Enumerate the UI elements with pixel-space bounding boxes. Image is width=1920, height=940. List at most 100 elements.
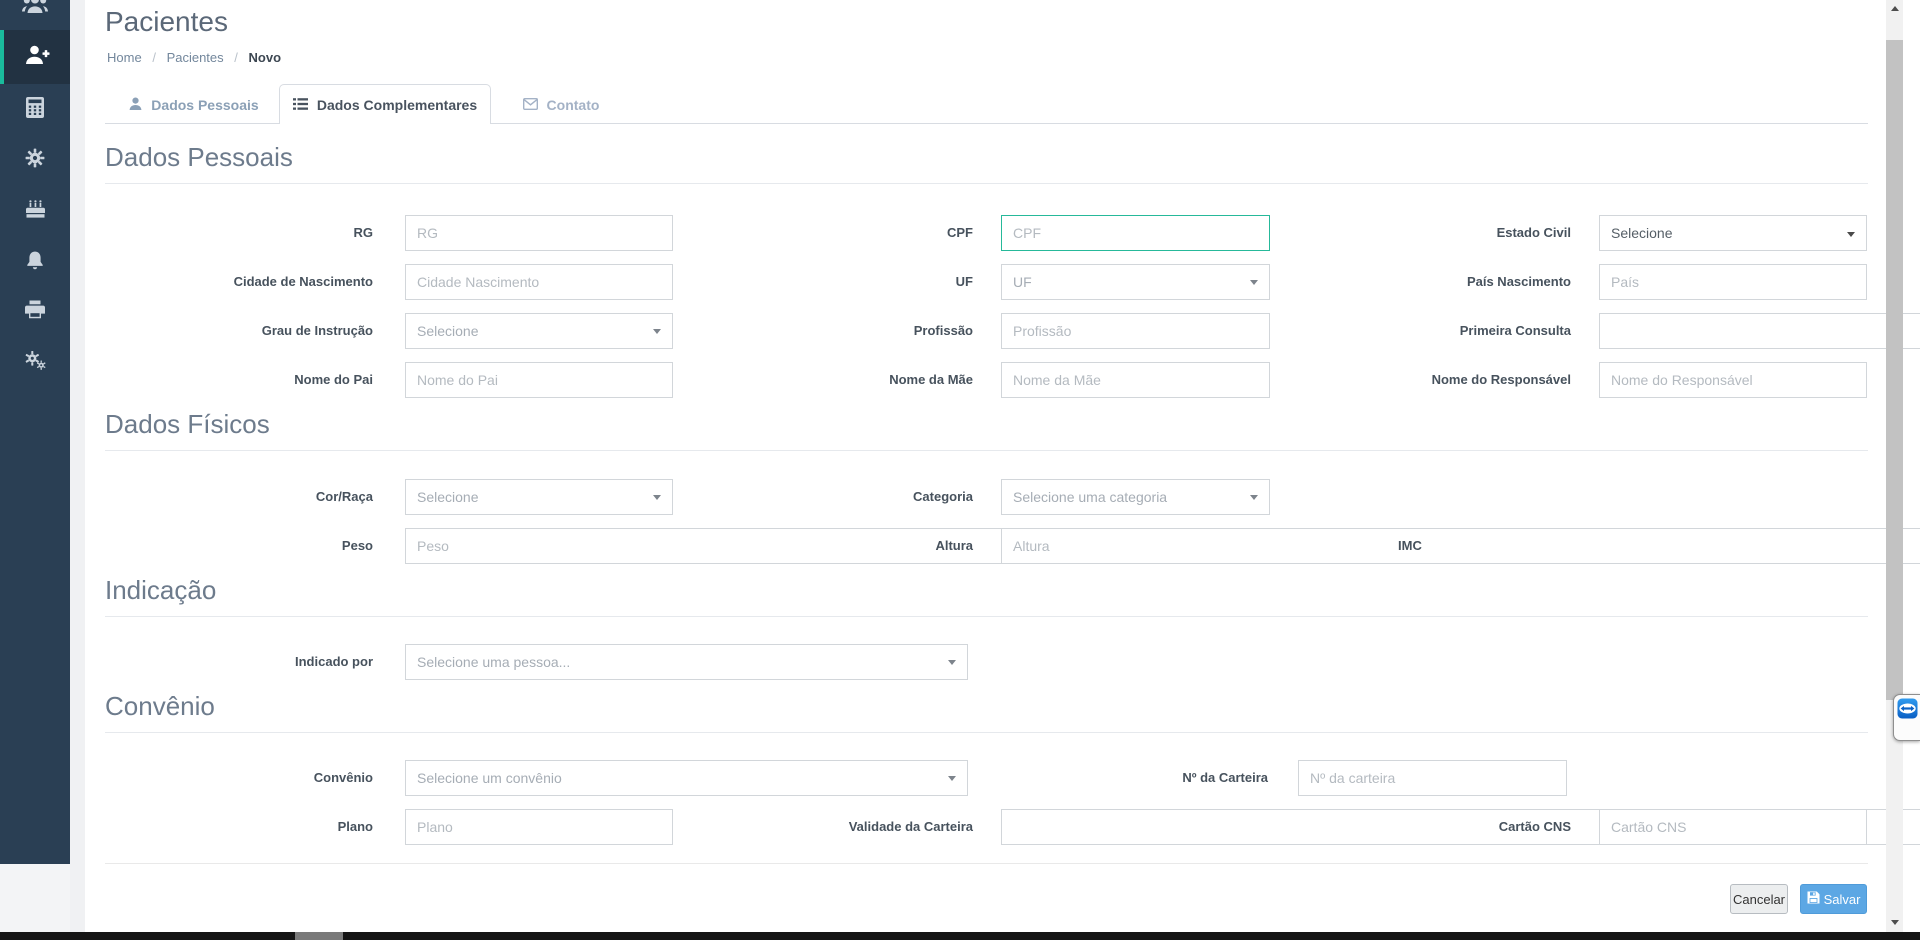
save-button-label: Salvar: [1823, 891, 1861, 907]
rg-label: RG: [353, 225, 374, 240]
sidebar-item-new-patient[interactable]: [0, 30, 70, 84]
app-window: Pacientes Home / Pacientes / Novo Dados …: [0, 0, 1920, 940]
chevron-down-icon: [653, 329, 661, 334]
sidebar-footer-space: [0, 864, 70, 932]
estado-civil-select[interactable]: Selecione: [1599, 215, 1867, 251]
categoria-placeholder: Selecione uma categoria: [1013, 489, 1168, 505]
tab-dados-complementares[interactable]: Dados Complementares: [279, 84, 491, 124]
main-content: Pacientes Home / Pacientes / Novo Dados …: [85, 0, 1920, 932]
sidebar-item-admin[interactable]: [0, 338, 70, 386]
tab-label: Dados Complementares: [316, 96, 478, 113]
form-row: Plano Validade da Carteira: [105, 809, 1920, 845]
form-row: Peso kg Altura m IMC: [105, 528, 1920, 564]
bell-icon: [25, 250, 45, 275]
nome-mae-input[interactable]: [1001, 362, 1270, 398]
altura-label: Altura: [935, 538, 973, 553]
grau-instrucao-placeholder: Selecione: [417, 323, 479, 339]
gear-icon: [25, 148, 45, 173]
uf-select[interactable]: UF: [1001, 264, 1270, 300]
breadcrumb: Home / Pacientes / Novo: [107, 50, 281, 65]
section-title-convenio: Convênio: [105, 690, 1868, 733]
cor-raca-placeholder: Selecione: [417, 489, 479, 505]
validade-carteira-label: Validade da Carteira: [848, 819, 973, 834]
user-plus-icon: [25, 45, 50, 70]
window-bottom-edge-segment: [295, 932, 343, 940]
sidebar-item-birthdays[interactable]: [0, 187, 70, 235]
uf-label: UF: [955, 274, 973, 289]
profissao-label: Profissão: [913, 323, 973, 338]
uf-placeholder: UF: [1013, 274, 1032, 290]
categoria-label: Categoria: [913, 489, 973, 504]
cpf-input[interactable]: [1001, 215, 1270, 251]
users-icon: [22, 0, 48, 19]
sidebar-item-notifications[interactable]: [0, 238, 70, 286]
section-title-dados-pessoais: Dados Pessoais: [105, 141, 1868, 184]
teamviewer-widget[interactable]: [1893, 694, 1920, 741]
cogs-icon: [24, 350, 46, 375]
primeira-consulta-label: Primeira Consulta: [1459, 323, 1571, 338]
sidebar-item-print[interactable]: [0, 288, 70, 336]
nome-mae-label: Nome da Mãe: [889, 372, 973, 387]
indicado-por-placeholder: Selecione uma pessoa...: [417, 654, 571, 670]
tab-label: Dados Pessoais: [151, 97, 259, 113]
plano-input[interactable]: [405, 809, 673, 845]
scrollbar-up-button[interactable]: [1886, 0, 1903, 16]
cartao-cns-label: Cartão CNS: [1498, 819, 1571, 834]
rg-input[interactable]: [405, 215, 673, 251]
form-row: Indicado por Selecione uma pessoa...: [105, 644, 1868, 680]
cidade-nascimento-input[interactable]: [405, 264, 673, 300]
breadcrumb-pacientes[interactable]: Pacientes: [167, 50, 224, 65]
nome-responsavel-label: Nome do Responsável: [1431, 372, 1571, 387]
tab-dados-pessoais[interactable]: Dados Pessoais: [108, 87, 280, 123]
sidebar-item-calculator[interactable]: [0, 86, 70, 134]
convenio-select[interactable]: Selecione um convênio: [405, 760, 968, 796]
save-icon: [1807, 891, 1820, 907]
scrollbar-thumb[interactable]: [1886, 40, 1903, 700]
cancel-button[interactable]: Cancelar: [1730, 884, 1788, 914]
calculator-icon: [26, 97, 44, 123]
chevron-down-icon: [653, 495, 661, 500]
form-row: Cidade de Nascimento UF UF País Nascimen…: [105, 264, 1868, 300]
window-bottom-edge: [0, 932, 1920, 940]
arrow-down-icon: [1890, 919, 1899, 925]
tab-contato[interactable]: Contato: [505, 87, 617, 123]
save-button[interactable]: Salvar: [1800, 884, 1867, 914]
layout-gutter: [70, 0, 85, 932]
breadcrumb-current: Novo: [248, 50, 282, 65]
pais-nascimento-label: País Nascimento: [1466, 274, 1571, 289]
profissao-input[interactable]: [1001, 313, 1270, 349]
user-icon: [129, 97, 142, 113]
form-divider: [105, 863, 1868, 864]
indicado-por-select[interactable]: Selecione uma pessoa...: [405, 644, 968, 680]
peso-label: Peso: [341, 538, 373, 553]
categoria-select[interactable]: Selecione uma categoria: [1001, 479, 1270, 515]
sidebar-item-users[interactable]: [0, 0, 70, 28]
grau-instrucao-select[interactable]: Selecione: [405, 313, 673, 349]
teamviewer-icon: [1897, 698, 1918, 740]
form-row: Grau de Instrução Selecione Profissão Pr…: [105, 313, 1920, 349]
breadcrumb-separator: /: [234, 50, 238, 65]
breadcrumb-home[interactable]: Home: [107, 50, 142, 65]
pais-nascimento-input[interactable]: [1599, 264, 1867, 300]
cartao-cns-input[interactable]: [1599, 809, 1867, 845]
cor-raca-label: Cor/Raça: [315, 489, 373, 504]
form-row: Cor/Raça Selecione Categoria Selecione u…: [105, 479, 1868, 515]
cor-raca-select[interactable]: Selecione: [405, 479, 673, 515]
chevron-down-icon: [1847, 232, 1855, 237]
tab-label: Contato: [546, 97, 600, 113]
section-title-dados-fisicos: Dados Físicos: [105, 408, 1868, 451]
nome-pai-input[interactable]: [405, 362, 673, 398]
section-title-indicacao: Indicação: [105, 574, 1868, 617]
form-row: Convênio Selecione um convênio Nº da Car…: [105, 760, 1868, 796]
num-carteira-input[interactable]: [1298, 760, 1567, 796]
list-icon: [292, 97, 308, 113]
grau-instrucao-label: Grau de Instrução: [261, 323, 373, 338]
imc-label: IMC: [1398, 538, 1422, 553]
altura-input[interactable]: [1001, 528, 1920, 564]
scrollbar-down-button[interactable]: [1886, 914, 1903, 930]
nome-responsavel-input[interactable]: [1599, 362, 1867, 398]
scrollbar[interactable]: [1886, 0, 1903, 932]
form-row: RG CPF Estado Civil Selecione: [105, 215, 1868, 251]
sidebar-item-settings[interactable]: [0, 136, 70, 184]
primeira-consulta-input[interactable]: [1599, 313, 1920, 349]
